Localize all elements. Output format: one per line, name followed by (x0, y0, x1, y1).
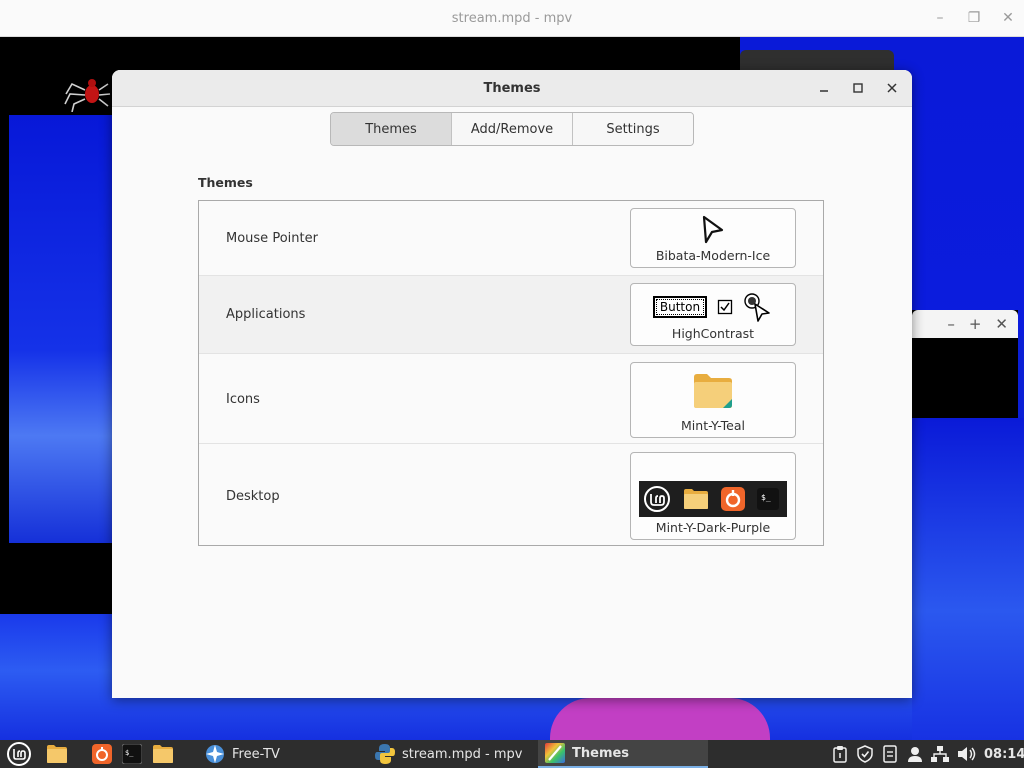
taskbar: $_ Free-TV stream.mpd - mpv Themes 08:14 (0, 740, 1024, 768)
notes-tray[interactable] (882, 740, 898, 768)
app-label: stream.mpd - mpv (402, 746, 523, 762)
cursor-preview-icon (702, 215, 724, 244)
mint-menu-icon (7, 742, 31, 766)
tab-themes[interactable]: Themes (331, 113, 452, 145)
close-icon (887, 83, 897, 93)
launcher-files[interactable] (46, 740, 68, 768)
theme-name: Mint-Y-Dark-Purple (655, 520, 771, 535)
mpv-window-title: stream.mpd - mpv (451, 10, 573, 26)
themes-icon (545, 743, 565, 763)
video-blue-side (912, 418, 1024, 740)
mouse-pointer-theme-button[interactable]: Bibata-Modern-Ice (630, 208, 796, 268)
taskbar-app-themes[interactable]: Themes (538, 740, 708, 768)
tab-settings[interactable]: Settings (573, 113, 693, 145)
close-icon[interactable]: ✕ (995, 315, 1008, 333)
preview-button: Button (652, 296, 708, 318)
row-label: Mouse Pointer (226, 231, 318, 246)
volume-tray[interactable] (956, 740, 976, 768)
app-label: Free-TV (232, 746, 280, 762)
speaker-icon (958, 747, 976, 761)
minimize-icon (820, 90, 828, 92)
clock[interactable]: 08:14 (984, 740, 1024, 768)
theme-name: Bibata-Modern-Ice (655, 248, 771, 263)
close-icon[interactable]: ✕ (1000, 10, 1016, 26)
theme-list: Mouse Pointer Bibata-Modern-Ice Applicat… (198, 200, 824, 546)
firefox-icon (721, 487, 745, 511)
row-label: Icons (226, 392, 260, 407)
video-blue-panel (9, 115, 112, 543)
spider-logo-icon (64, 79, 111, 112)
launcher-terminal[interactable]: $_ (122, 740, 142, 768)
themes-window: Themes Themes Add/Remove Settings Themes… (112, 70, 912, 698)
shield-icon (857, 745, 873, 763)
desktop-theme-button[interactable]: $_ Mint-Y-Dark-Purple (630, 452, 796, 540)
close-button[interactable] (880, 76, 904, 100)
theme-name: Mint-Y-Teal (681, 418, 745, 433)
background-window-titlebar[interactable] (740, 50, 894, 72)
taskbar-app-free-tv[interactable]: Free-TV (198, 740, 368, 768)
theme-name: HighContrast (671, 326, 755, 341)
icons-theme-button[interactable]: Mint-Y-Teal (630, 362, 796, 438)
video-person-shape (550, 698, 770, 740)
row-label: Desktop (226, 489, 280, 504)
taskbar-app-mpv[interactable]: stream.mpd - mpv (368, 740, 538, 768)
highcontrast-preview: Button (652, 292, 773, 322)
plus-icon[interactable]: + (969, 315, 982, 333)
minimize-icon[interactable]: – (932, 10, 948, 26)
radio-cursor-icon (744, 293, 770, 322)
clipboard-tray[interactable] (832, 740, 848, 768)
user-tray[interactable] (906, 740, 924, 768)
folder-icon (684, 489, 708, 509)
minimize-button[interactable] (812, 76, 836, 100)
tab-bar: Themes Add/Remove Settings (330, 112, 694, 146)
checkbox-icon (717, 299, 733, 315)
row-label: Applications (226, 307, 306, 322)
themes-titlebar[interactable]: Themes (112, 70, 912, 107)
desktop-panel-preview: $_ (639, 481, 787, 517)
maximize-button[interactable] (846, 76, 870, 100)
section-title: Themes (198, 175, 253, 190)
mint-logo-icon (644, 486, 670, 512)
applications-theme-button[interactable]: Button HighContrast (630, 283, 796, 346)
folder-icon (47, 745, 67, 763)
python-icon (375, 744, 395, 764)
launcher-folder[interactable] (152, 740, 174, 768)
launcher-firefox[interactable] (92, 740, 112, 768)
firefox-icon (92, 744, 112, 764)
row-desktop: Desktop $_ Mint-Y-Dark-Purple (199, 444, 823, 545)
window-title: Themes (483, 80, 541, 96)
update-manager-tray[interactable] (856, 740, 874, 768)
free-tv-icon (206, 745, 224, 763)
network-tray[interactable] (930, 740, 950, 768)
maximize-icon[interactable]: ❐ (966, 10, 982, 26)
minimize-icon[interactable]: – (947, 315, 955, 333)
user-icon (908, 747, 922, 762)
network-icon (931, 746, 949, 762)
clipboard-icon (833, 746, 847, 763)
terminal-icon: $_ (757, 488, 779, 510)
menu-button[interactable] (6, 740, 32, 768)
terminal-icon: $_ (122, 744, 142, 764)
app-label: Themes (572, 745, 630, 761)
maximize-icon (853, 83, 863, 93)
svg-text:$_: $_ (125, 749, 134, 757)
row-applications: Applications Button HighContrast (199, 276, 823, 354)
row-mouse-pointer: Mouse Pointer Bibata-Modern-Ice (199, 201, 823, 276)
note-icon (883, 745, 897, 763)
row-icons: Icons Mint-Y-Teal (199, 354, 823, 444)
folder-icon (694, 374, 732, 408)
background-window-titlebar-right[interactable]: – + ✕ (912, 310, 1018, 338)
mpv-titlebar[interactable]: stream.mpd - mpv – ❐ ✕ (0, 0, 1024, 37)
folder-icon (153, 745, 173, 763)
tab-add-remove[interactable]: Add/Remove (452, 113, 573, 145)
svg-text:$_: $_ (761, 493, 771, 502)
